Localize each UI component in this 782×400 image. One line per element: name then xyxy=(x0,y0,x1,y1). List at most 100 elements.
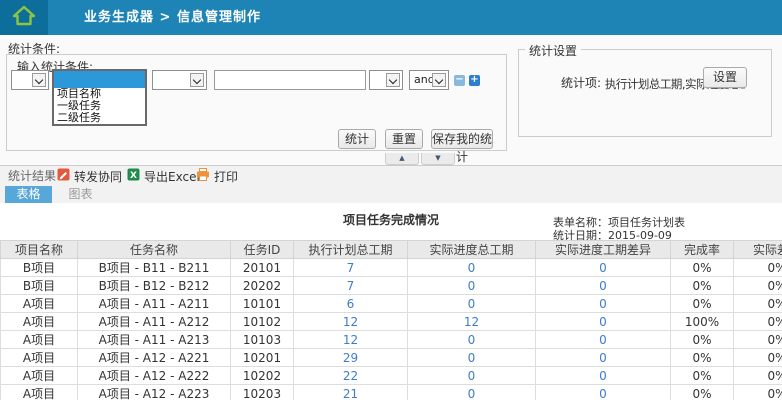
table-cell-link[interactable]: 6 xyxy=(294,295,408,313)
table-cell-link[interactable]: 0 xyxy=(408,295,536,313)
conditions-input-box: 输入统计条件: 项目名称一级任务二级任务 and − + xyxy=(6,54,507,151)
add-condition-button[interactable]: + xyxy=(469,75,480,86)
table-column-header: 执行计划总工期 xyxy=(294,241,408,259)
table-row: A项目A项目 - A12 - A2231020321000%0% xyxy=(1,385,782,400)
chevron-down-icon xyxy=(432,73,446,87)
table-cell-link[interactable]: 0 xyxy=(536,349,671,367)
table-cell-link[interactable]: 0 xyxy=(536,367,671,385)
dropdown-selected-blank[interactable] xyxy=(54,71,145,88)
table-row: B项目B项目 - B11 - B211201017000%0% xyxy=(1,259,782,277)
print-button[interactable]: 打印 xyxy=(196,166,238,186)
breadcrumb: 业务生成器 > 信息管理制作 xyxy=(84,0,261,35)
table-column-header: 任务ID xyxy=(231,241,294,259)
table-cell: 100% xyxy=(671,313,734,331)
table-row: B项目B项目 - B12 - B212202027000%0% xyxy=(1,277,782,295)
table-row: A项目A项目 - A12 - A2221020222000%0% xyxy=(1,367,782,385)
remove-condition-button[interactable]: − xyxy=(454,75,465,86)
table-cell-link[interactable]: 0 xyxy=(536,295,671,313)
table-cell-link[interactable]: 0 xyxy=(536,259,671,277)
table-cell: 0% xyxy=(671,295,734,313)
statistics-settings-panel: 统计设置 统计项: 执行计划总工期,实际进度总工 设置 xyxy=(518,49,772,137)
table-cell-link[interactable]: 0 xyxy=(536,277,671,295)
table-cell-link[interactable]: 21 xyxy=(294,385,408,400)
chevron-down-icon xyxy=(32,73,46,87)
table-cell: A项目 - A11 - A211 xyxy=(78,295,231,313)
statistics-button[interactable]: 统计 xyxy=(338,129,376,149)
condition-operator-select[interactable] xyxy=(152,70,207,90)
table-cell: A项目 xyxy=(1,295,78,313)
statistics-conditions-section: 统计条件: 输入统计条件: 项目名称一级任务二级任务 and xyxy=(0,35,782,166)
reset-button[interactable]: 重置 xyxy=(385,129,423,149)
table-cell: 10102 xyxy=(231,313,294,331)
table-cell: 0% xyxy=(671,277,734,295)
print-icon xyxy=(196,168,210,184)
table-column-header: 完成率 xyxy=(671,241,734,259)
results-table: 项目名称任务名称任务ID执行计划总工期实际进度总工期实际进度工期差异完成率实际差… xyxy=(0,240,782,400)
app-header: 业务生成器 > 信息管理制作 xyxy=(0,0,782,35)
table-cell-link[interactable]: 0 xyxy=(408,259,536,277)
table-cell-link[interactable]: 12 xyxy=(294,313,408,331)
table-cell: 0% xyxy=(734,277,782,295)
settings-config-button[interactable]: 设置 xyxy=(703,67,747,88)
condition-bracket-close-select[interactable] xyxy=(369,70,403,90)
table-cell-link[interactable]: 0 xyxy=(408,367,536,385)
table-cell: A项目 - A12 - A221 xyxy=(78,349,231,367)
condition-field-select-open[interactable]: 项目名称一级任务二级任务 xyxy=(52,69,147,126)
table-cell: A项目 - A12 - A223 xyxy=(78,385,231,400)
table-cell: A项目 xyxy=(1,349,78,367)
table-cell-link[interactable]: 0 xyxy=(408,385,536,400)
table-cell: 10101 xyxy=(231,295,294,313)
forward-collab-button[interactable]: 转发协同 xyxy=(57,166,122,186)
table-cell: B项目 - B11 - B211 xyxy=(78,259,231,277)
table-cell-link[interactable]: 0 xyxy=(536,331,671,349)
dropdown-option[interactable]: 项目名称 xyxy=(54,88,145,100)
export-excel-label: 导出Excel xyxy=(144,168,200,185)
table-column-header: 实际差异 xyxy=(734,241,782,259)
condition-bracket-select[interactable] xyxy=(11,70,49,90)
table-cell-link[interactable]: 22 xyxy=(294,367,408,385)
table-cell: 10103 xyxy=(231,331,294,349)
save-my-statistics-button[interactable]: 保存我的统计 xyxy=(431,129,493,149)
table-cell-link[interactable]: 7 xyxy=(294,259,408,277)
condition-logic-select[interactable]: and xyxy=(409,70,449,90)
report-area: 项目任务完成情况 表单名称：项目任务计划表 统计日期：2015-09-09 项目… xyxy=(0,203,782,400)
table-cell: B项目 xyxy=(1,259,78,277)
stat-item-label: 统计项: xyxy=(561,74,601,91)
collapse-up-handle[interactable]: ▲ xyxy=(385,153,419,165)
table-cell: 0% xyxy=(671,349,734,367)
condition-value-input[interactable] xyxy=(214,70,366,90)
table-cell: 0% xyxy=(671,367,734,385)
table-cell: A项目 - A11 - A213 xyxy=(78,331,231,349)
table-cell: 20202 xyxy=(231,277,294,295)
table-cell-link[interactable]: 12 xyxy=(294,331,408,349)
forward-icon xyxy=(57,168,70,184)
export-excel-button[interactable]: X 导出Excel xyxy=(127,166,200,186)
dropdown-option[interactable]: 二级任务 xyxy=(54,112,145,124)
arrow-up-icon: ▲ xyxy=(399,154,404,162)
results-toolbar: 统计结果： 转发协同 X 导出Excel xyxy=(0,166,782,203)
table-row: A项目A项目 - A11 - A211101016000%0% xyxy=(1,295,782,313)
table-cell-link[interactable]: 12 xyxy=(408,313,536,331)
table-cell: 20101 xyxy=(231,259,294,277)
table-cell-link[interactable]: 7 xyxy=(294,277,408,295)
table-cell: A项目 xyxy=(1,367,78,385)
tab-table[interactable]: 表格 xyxy=(5,186,52,203)
table-column-header: 任务名称 xyxy=(78,241,231,259)
table-cell-link[interactable]: 29 xyxy=(294,349,408,367)
table-cell-link[interactable]: 0 xyxy=(408,331,536,349)
collapse-down-handle[interactable]: ▼ xyxy=(421,153,455,165)
table-cell-link[interactable]: 0 xyxy=(408,277,536,295)
table-cell-link[interactable]: 0 xyxy=(536,385,671,400)
settings-legend: 统计设置 xyxy=(525,42,581,59)
table-cell: 10203 xyxy=(231,385,294,400)
table-cell-link[interactable]: 0 xyxy=(536,313,671,331)
table-cell: 0% xyxy=(734,259,782,277)
app-window: 业务生成器 > 信息管理制作 统计条件: 输入统计条件: 项目名称一级任务二级任… xyxy=(0,0,782,400)
excel-icon: X xyxy=(127,168,140,184)
home-button[interactable] xyxy=(0,0,48,35)
tab-chart[interactable]: 图表 xyxy=(57,186,104,203)
dropdown-option[interactable]: 一级任务 xyxy=(54,100,145,112)
table-cell: 0% xyxy=(671,331,734,349)
table-cell-link[interactable]: 0 xyxy=(408,349,536,367)
table-cell: A项目 - A11 - A212 xyxy=(78,313,231,331)
